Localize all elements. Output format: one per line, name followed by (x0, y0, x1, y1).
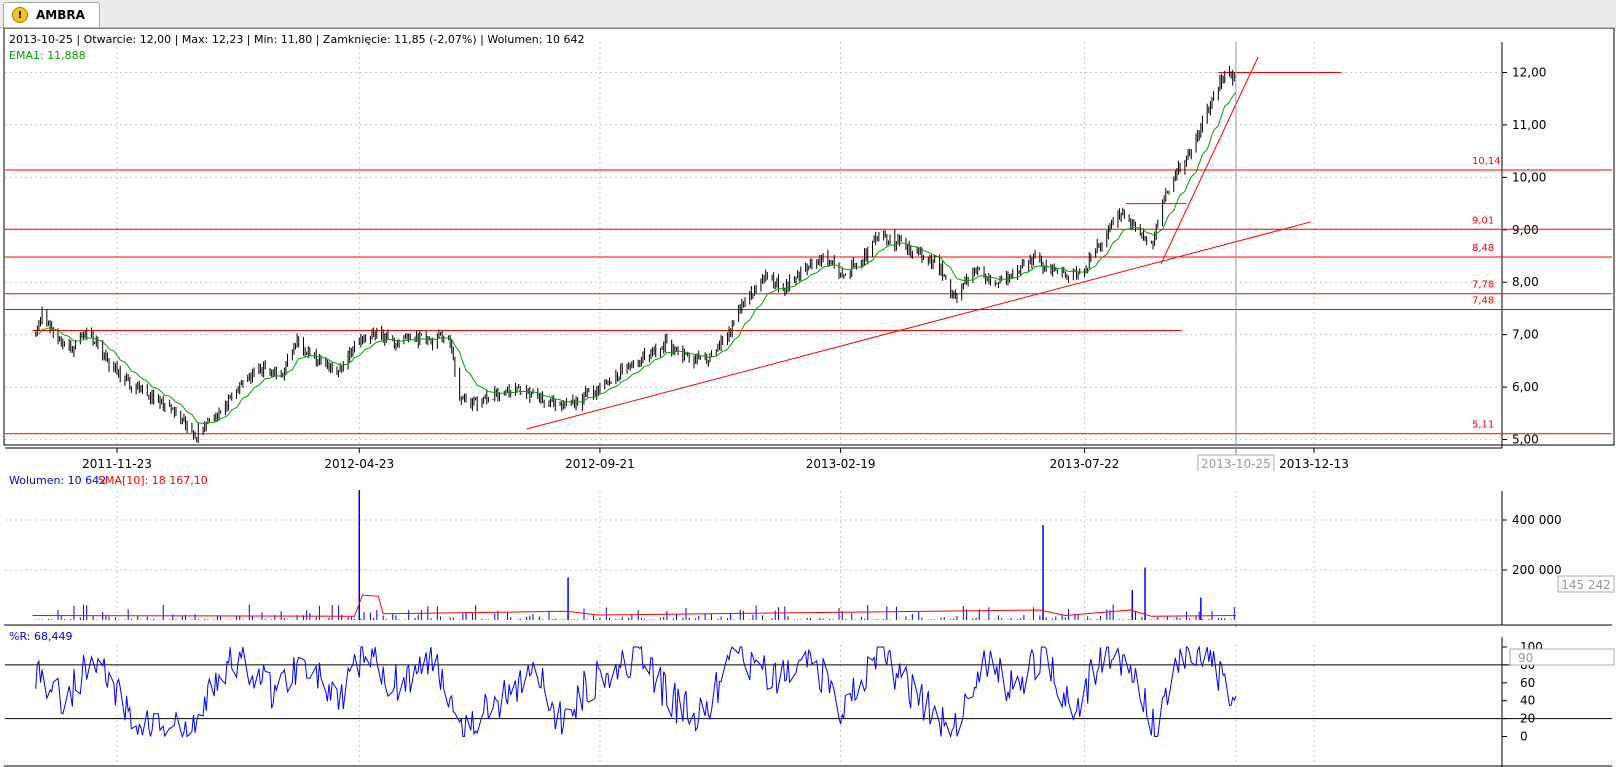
volume-panel[interactable]: 200 000 400 000 145 242 (4, 471, 1615, 626)
wr-panel-frame (4, 627, 1614, 767)
y-tick-label: 6,00 (1512, 380, 1539, 394)
volume-header: Wolumen: 10 642 (9, 474, 106, 487)
y-tick-label: 5,00 (1512, 433, 1539, 447)
tab-bar: ! AMBRA (0, 0, 1616, 28)
stock-chart[interactable]: 2011-11-23 2012-04-23 2012-09-21 2013-02-19… (0, 28, 1616, 767)
tab-title: AMBRA (36, 8, 85, 22)
y-tick-label: 11,00 (1512, 118, 1546, 132)
warning-icon: ! (12, 7, 28, 23)
x-tick-label: 2013-02-19 (806, 457, 876, 471)
cursor-value-label: 90 (1518, 651, 1533, 665)
y-tick-label: 12,00 (1512, 66, 1546, 80)
volume-panel-frame (4, 471, 1614, 625)
level-label: 5,11 (1472, 420, 1494, 431)
tab-ambra[interactable]: ! AMBRA (3, 2, 100, 27)
ohlc-header: 2013-10-25 | Otwarcie: 12,00 | Max: 12,2… (9, 33, 584, 46)
y-tick-label: 200 000 (1512, 563, 1562, 577)
y-tick-label: 10,00 (1512, 170, 1546, 184)
x-tick-label: 2013-12-13 (1279, 457, 1349, 471)
wr-header: %R: 68,449 (9, 630, 72, 643)
price-panel-frame (3, 28, 1615, 446)
y-tick-label: 0 (1520, 730, 1528, 744)
y-tick-label: 40 (1520, 694, 1535, 708)
y-tick-label: 60 (1520, 676, 1535, 690)
level-label: 7,48 (1472, 295, 1494, 306)
level-label: 8,48 (1472, 243, 1494, 254)
y-tick-label: 8,00 (1512, 275, 1539, 289)
x-tick-label: 2011-11-23 (82, 457, 152, 471)
ema-header: EMA1: 11,888 (9, 49, 86, 62)
y-tick-label: 7,00 (1512, 328, 1539, 342)
x-tick-label: 2012-09-21 (565, 457, 635, 471)
x-tick-label: 2012-04-23 (324, 457, 394, 471)
cursor-date-label: 2013-10-25 (1201, 457, 1271, 471)
level-label: 7,78 (1472, 280, 1494, 291)
y-tick-label: 9,00 (1512, 223, 1539, 237)
sma-header: SMA[10]: 18 167,10 (98, 474, 208, 487)
y-tick-label: 400 000 (1512, 513, 1562, 527)
x-tick-label: 2013-07-22 (1050, 457, 1120, 471)
cursor-value-label: 145 242 (1561, 578, 1611, 592)
williams-r-panel[interactable]: 02040608010090 (4, 627, 1615, 767)
level-label: 10,14 (1472, 156, 1501, 167)
level-label: 9,01 (1472, 215, 1494, 226)
